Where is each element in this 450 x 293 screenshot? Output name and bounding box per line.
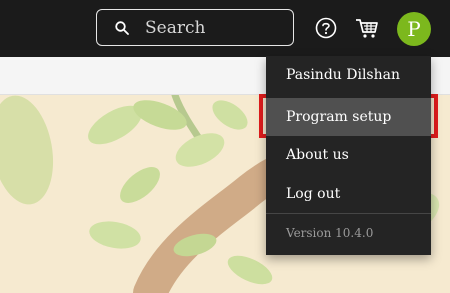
- menu-item-log-out[interactable]: Log out: [266, 175, 431, 213]
- help-icon[interactable]: [315, 17, 337, 39]
- search-placeholder: Search: [145, 17, 206, 38]
- menu-item-about-us[interactable]: About us: [266, 136, 431, 174]
- cart-icon[interactable]: [355, 16, 379, 40]
- top-navigation-bar: Search P: [0, 0, 450, 57]
- menu-user-name[interactable]: Pasindu Dilshan: [266, 56, 431, 94]
- menu-item-program-setup[interactable]: Program setup: [266, 98, 431, 136]
- search-icon: [115, 20, 129, 35]
- search-box[interactable]: Search: [96, 9, 294, 46]
- user-dropdown-menu: Pasindu Dilshan Program setup About us L…: [266, 56, 431, 255]
- avatar[interactable]: P: [397, 12, 431, 46]
- menu-divider: [266, 213, 431, 214]
- version-label: Version 10.4.0: [286, 226, 374, 240]
- avatar-letter: P: [407, 17, 421, 41]
